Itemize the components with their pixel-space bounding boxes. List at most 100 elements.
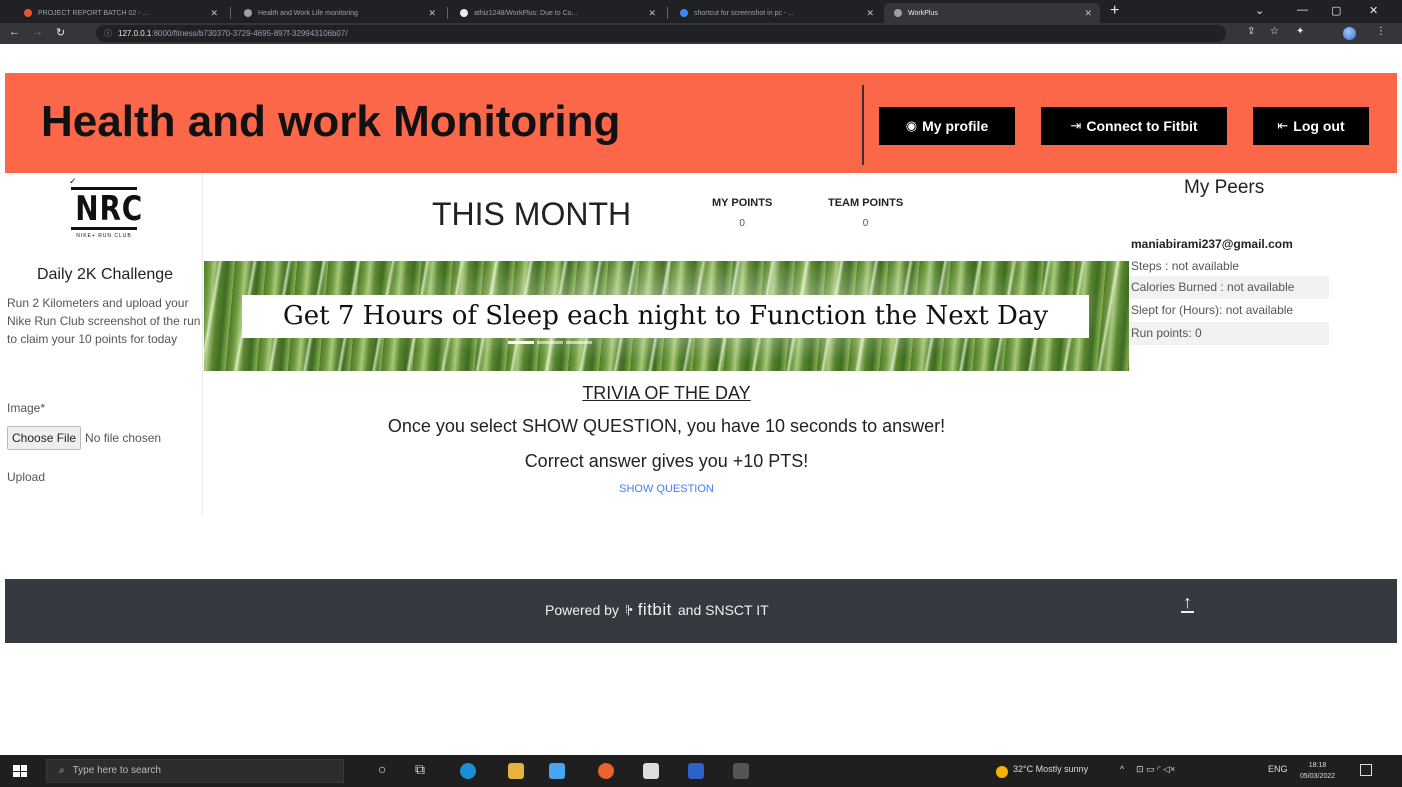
browser-tab-active[interactable]: WorkPlus ✕: [884, 3, 1100, 23]
cortana-icon[interactable]: ○: [378, 761, 386, 777]
windows-taskbar: ⌕ Type here to search ○ ⧉ 32°C Mostly sun…: [0, 755, 1402, 787]
my-points-label: MY POINTS: [712, 197, 773, 209]
notification-icon[interactable]: [1360, 764, 1372, 776]
browser-tab[interactable]: PROJECT REPORT BATCH 02 - ... ✕: [14, 3, 226, 23]
peer-email: maniabirami237@gmail.com: [1131, 237, 1293, 251]
close-window-button[interactable]: ✕: [1369, 4, 1378, 17]
github-icon: [460, 9, 468, 17]
trivia-instruction: Once you select SHOW QUESTION, you have …: [387, 416, 946, 436]
browser-tab[interactable]: shortcut for screenshot in pc - ... ✕: [670, 3, 882, 23]
nrc-logo-subtext: NIKE+ RUN CLUB: [76, 233, 132, 239]
peer-run-points: Run points: 0: [1129, 322, 1329, 345]
app-icon[interactable]: [733, 763, 749, 779]
connect-fitbit-label: Connect to Fitbit: [1086, 118, 1198, 134]
weather-text[interactable]: 32°C Mostly sunny: [1013, 764, 1088, 774]
firefox-icon[interactable]: [598, 763, 614, 779]
carousel-indicators[interactable]: [508, 341, 592, 344]
peer-card: maniabirami237@gmail.com Steps : not ava…: [1129, 233, 1329, 345]
back-arrow-icon[interactable]: ←: [9, 26, 20, 38]
extensions-icon[interactable]: ✦: [1296, 26, 1304, 37]
network-icon[interactable]: ⊡ ▭ ◜ ◁×: [1136, 764, 1175, 775]
profile-avatar-icon[interactable]: [1343, 27, 1356, 40]
url-host: 127.0.0.1: [118, 29, 152, 38]
forward-arrow-icon[interactable]: →: [32, 26, 43, 38]
peer-calories: Calories Burned : not available: [1129, 276, 1329, 299]
peer-sleep: Slept for (Hours): not available: [1131, 303, 1294, 317]
site-header: Health and work Monitoring ◉ My profile …: [5, 73, 1397, 173]
my-points: MY POINTS 0: [712, 197, 772, 229]
health-tip-carousel[interactable]: Get 7 Hours of Sleep each night to Funct…: [204, 261, 1129, 371]
no-file-text: No file chosen: [85, 431, 162, 445]
new-tab-button[interactable]: +: [1110, 3, 1119, 19]
browser-menu-icon[interactable]: ⋮: [1376, 26, 1386, 37]
nike-swoosh-icon: ✓: [69, 176, 77, 186]
search-icon: ⌕: [59, 765, 65, 776]
file-explorer-icon[interactable]: [508, 763, 524, 779]
globe-icon: [894, 9, 902, 17]
challenge-description: Run 2 Kilometers and upload your Nike Ru…: [7, 296, 201, 346]
peer-steps: Steps : not available: [1131, 259, 1240, 273]
clock-date: 05/03/2022: [1300, 773, 1336, 780]
chrome-icon[interactable]: [549, 763, 565, 779]
search-placeholder: Type here to search: [72, 765, 161, 776]
user-circle-icon: ◉: [905, 118, 918, 133]
share-icon[interactable]: ⇪: [1247, 26, 1255, 37]
close-tab-icon[interactable]: ✕: [860, 8, 874, 19]
my-points-value: 0: [739, 218, 745, 229]
weather-sun-icon: [996, 766, 1008, 778]
browser-tab[interactable]: athiz1248/WorkPlus: Due to Co... ✕: [450, 3, 664, 23]
trivia-title: TRIVIA OF THE DAY: [582, 383, 751, 403]
powered-by-text: Powered by ⁞|• fitbit and SNSCT IT: [545, 600, 769, 620]
google-icon: [680, 9, 688, 17]
word-icon[interactable]: [688, 763, 704, 779]
maximize-button[interactable]: ▢: [1331, 4, 1341, 17]
globe-icon: [244, 9, 252, 17]
site-footer: Powered by ⁞|• fitbit and SNSCT IT ↑: [5, 579, 1397, 643]
edge-icon[interactable]: [460, 763, 476, 779]
minimize-button[interactable]: —: [1297, 4, 1308, 16]
trivia-reward: Correct answer gives you +10 PTS!: [524, 451, 809, 471]
close-tab-icon[interactable]: ✕: [204, 8, 218, 19]
team-points-value: 0: [862, 218, 869, 229]
address-bar[interactable]: ⓘ 127.0.0.1:8000/fitness/b730370-3729-46…: [96, 25, 1226, 42]
challenge-panel: ✓ NRC NIKE+ RUN CLUB Daily 2K Challenge …: [5, 173, 203, 515]
reload-icon[interactable]: ↻: [56, 26, 65, 39]
clock-time: 18:18: [1308, 762, 1327, 769]
task-view-icon[interactable]: ⧉: [415, 761, 425, 778]
taskbar-search-input[interactable]: ⌕ Type here to search: [46, 759, 344, 783]
store-icon[interactable]: [643, 763, 659, 779]
windows-start-icon[interactable]: [13, 765, 27, 777]
tab-title: Health and Work Life monitoring: [258, 9, 358, 17]
team-points: TEAM POINTS 0: [828, 197, 903, 229]
nrc-logo: ✓ NRC NIKE+ RUN CLUB: [69, 176, 142, 257]
tab-title: WorkPlus: [908, 9, 938, 17]
taskbar-clock[interactable]: 18:18 05/03/2022: [1300, 760, 1335, 782]
fitbit-logo-icon: ⁞|•: [624, 604, 633, 616]
upload-button[interactable]: Upload: [7, 470, 45, 484]
connect-fitbit-button[interactable]: ⇥ Connect to Fitbit: [1041, 107, 1227, 145]
image-field-label: Image*: [7, 401, 46, 415]
browser-tab[interactable]: Health and Work Life monitoring ✕: [234, 3, 444, 23]
challenge-title: Daily 2K Challenge: [36, 266, 174, 283]
browser-toolbar: ← → ↻ ⓘ 127.0.0.1:8000/fitness/b730370-3…: [0, 23, 1402, 44]
tab-title: shortcut for screenshot in pc - ...: [694, 9, 794, 17]
tray-overflow-icon[interactable]: ^: [1120, 764, 1124, 774]
language-indicator[interactable]: ENG: [1268, 764, 1288, 774]
choose-file-button[interactable]: Choose File: [7, 426, 82, 450]
url-path: :8000/fitness/b730370-3729-4695-897f-329…: [151, 29, 348, 38]
close-tab-icon[interactable]: ✕: [642, 8, 656, 19]
scroll-to-top-icon[interactable]: ↑: [1181, 593, 1194, 613]
show-question-link[interactable]: SHOW QUESTION: [204, 483, 1129, 495]
login-icon: ⇥: [1070, 118, 1082, 133]
log-out-button[interactable]: ⇤ Log out: [1253, 107, 1369, 145]
site-info-icon[interactable]: ⓘ: [104, 25, 112, 42]
browser-tab-bar: PROJECT REPORT BATCH 02 - ... ✕ Health a…: [0, 0, 1402, 23]
header-divider: [862, 85, 864, 165]
close-tab-icon[interactable]: ✕: [1078, 8, 1092, 19]
bookmark-star-icon[interactable]: ☆: [1270, 26, 1279, 37]
tab-search-icon[interactable]: ⌄: [1255, 4, 1264, 17]
team-points-label: TEAM POINTS: [828, 197, 904, 209]
close-tab-icon[interactable]: ✕: [422, 8, 436, 19]
my-profile-button[interactable]: ◉ My profile: [879, 107, 1015, 145]
main-content: THIS MONTH MY POINTS 0 TEAM POINTS 0 Get…: [204, 173, 1129, 515]
